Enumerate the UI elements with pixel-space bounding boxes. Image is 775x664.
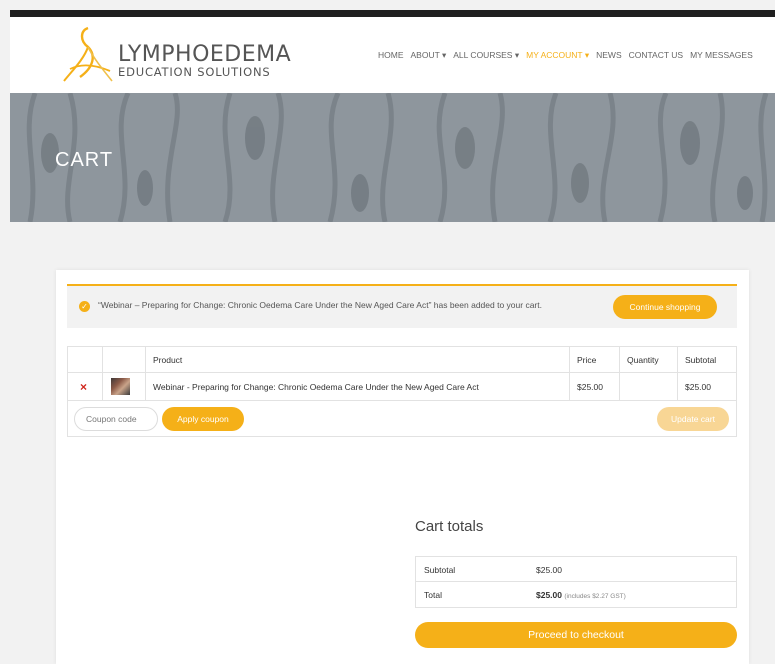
remove-item-icon[interactable]: × bbox=[75, 380, 87, 394]
cart-table: Product Price Quantity Subtotal × Webina… bbox=[67, 346, 737, 437]
nav-news[interactable]: NEWS bbox=[596, 50, 622, 61]
site-header: LYMPHOEDEMA EDUCATION SOLUTIONS HOME ABO… bbox=[10, 17, 775, 93]
page-title: CART bbox=[55, 149, 114, 171]
product-thumbnail[interactable] bbox=[111, 378, 130, 395]
column-header-subtotal: Subtotal bbox=[685, 354, 717, 365]
cart-notice: ✓ “Webinar – Preparing for Change: Chron… bbox=[67, 284, 737, 328]
total-row: Total $25.00 (includes $2.27 GST) bbox=[416, 582, 736, 607]
nav-my-account[interactable]: MY ACCOUNT ▾ bbox=[526, 50, 589, 61]
cart-totals-title: Cart totals bbox=[415, 518, 484, 535]
item-subtotal: $25.00 bbox=[685, 381, 711, 392]
page-banner: CART bbox=[10, 93, 775, 222]
coupon-code-input[interactable]: Coupon code bbox=[74, 407, 158, 431]
cart-totals-table: Subtotal $25.00 Total $25.00 (includes $… bbox=[415, 556, 737, 608]
product-name-link[interactable]: Webinar - Preparing for Change: Chronic … bbox=[146, 373, 570, 400]
cart-card: ✓ “Webinar – Preparing for Change: Chron… bbox=[56, 270, 749, 664]
check-circle-icon: ✓ bbox=[79, 301, 90, 312]
update-cart-button[interactable]: Update cart bbox=[657, 407, 729, 431]
proceed-to-checkout-button[interactable]: Proceed to checkout bbox=[415, 622, 737, 648]
table-row: × Webinar - Preparing for Change: Chroni… bbox=[68, 373, 736, 401]
main-nav: HOME ABOUT ▾ ALL COURSES ▾ MY ACCOUNT ▾ … bbox=[378, 50, 753, 61]
brand-name: LYMPHOEDEMA bbox=[118, 42, 292, 67]
subtotal-value: $25.00 bbox=[536, 565, 562, 575]
column-header-quantity: Quantity bbox=[620, 347, 678, 372]
subtotal-row: Subtotal $25.00 bbox=[416, 557, 736, 582]
nav-contact-us[interactable]: CONTACT US bbox=[629, 50, 683, 61]
nav-all-courses[interactable]: ALL COURSES ▾ bbox=[453, 50, 519, 61]
top-bar bbox=[10, 10, 775, 17]
notice-message: “Webinar – Preparing for Change: Chronic… bbox=[98, 300, 542, 310]
logo-mark-icon bbox=[63, 26, 113, 82]
nav-home[interactable]: HOME bbox=[378, 50, 404, 61]
gst-note: (includes $2.27 GST) bbox=[564, 593, 626, 600]
nav-about[interactable]: ABOUT ▾ bbox=[411, 50, 447, 61]
item-price: $25.00 bbox=[570, 373, 620, 400]
brand-tagline: EDUCATION SOLUTIONS bbox=[118, 65, 271, 79]
continue-shopping-button[interactable]: Continue shopping bbox=[613, 295, 717, 319]
cart-actions: Coupon code Apply coupon Update cart bbox=[68, 401, 736, 437]
nav-my-messages[interactable]: MY MESSAGES bbox=[690, 50, 753, 61]
table-header: Product Price Quantity Subtotal bbox=[68, 347, 736, 373]
apply-coupon-button[interactable]: Apply coupon bbox=[162, 407, 244, 431]
item-quantity bbox=[620, 373, 678, 400]
total-label: Total bbox=[424, 590, 442, 600]
column-header-product: Product bbox=[146, 347, 570, 372]
column-header-price: Price bbox=[570, 347, 620, 372]
site-logo[interactable]: LYMPHOEDEMA EDUCATION SOLUTIONS bbox=[58, 25, 292, 85]
total-value: $25.00 bbox=[536, 590, 562, 600]
banner-pattern-icon bbox=[26, 93, 769, 222]
subtotal-label: Subtotal bbox=[424, 565, 456, 575]
